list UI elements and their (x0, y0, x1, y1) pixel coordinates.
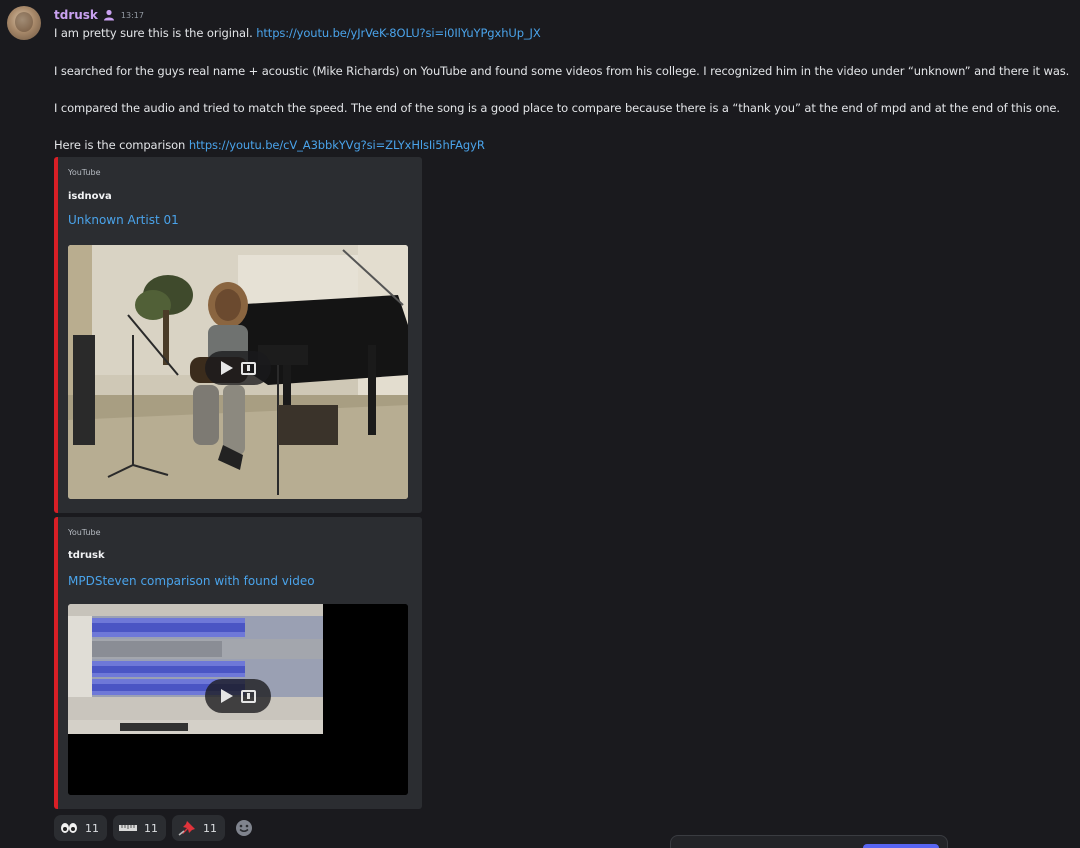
reaction-eyes[interactable]: 11 (54, 815, 107, 841)
embed-title[interactable]: MPDSteven comparison with found video (68, 574, 315, 588)
message-line-1: I am pretty sure this is the original. h… (54, 26, 541, 40)
message-line-4: Here is the comparison https://youtu.be/… (54, 138, 485, 152)
reaction-ruler[interactable]: 11 (113, 815, 166, 841)
reaction-pushpin[interactable]: 11 (172, 815, 225, 841)
video-thumbnail[interactable] (68, 604, 408, 795)
youtube-link-comparison[interactable]: https://youtu.be/cV_A3bbkYVg?si=ZLYxHlsI… (189, 138, 485, 152)
message-line-2: I searched for the guys real name + acou… (54, 64, 1069, 78)
reaction-count: 11 (85, 821, 99, 835)
add-reaction-button[interactable] (231, 815, 257, 841)
message-header: tdrusk 13:17 (54, 7, 144, 23)
embed-author[interactable]: tdrusk (68, 550, 105, 561)
embed-provider[interactable]: YouTube (68, 168, 101, 177)
message-text: I compared the audio and tried to match … (54, 101, 1060, 115)
username[interactable]: tdrusk (54, 8, 98, 22)
play-button[interactable] (205, 679, 271, 713)
youtube-embed-1: YouTube isdnova Unknown Artist 01 (54, 157, 422, 513)
message-text: I am pretty sure this is the original. (54, 26, 253, 40)
embed-provider[interactable]: YouTube (68, 528, 101, 537)
user-avatar[interactable] (7, 6, 41, 40)
message-timestamp: 13:17 (120, 10, 144, 20)
open-external-icon (240, 689, 256, 703)
pushpin-icon (178, 821, 195, 836)
message-text: Here is the comparison (54, 138, 186, 152)
reaction-count: 11 (144, 821, 158, 835)
eyes-icon (61, 823, 77, 833)
toolbar-action-button[interactable] (863, 844, 939, 848)
reaction-bar: 11 11 11 (54, 815, 257, 841)
youtube-embed-2: YouTube tdrusk MPDSteven comparison with… (54, 517, 422, 809)
play-icon (220, 361, 233, 375)
reaction-count: 11 (203, 821, 217, 835)
embed-title[interactable]: Unknown Artist 01 (68, 213, 179, 227)
youtube-link-original[interactable]: https://youtu.be/yJrVeK-8OLU?si=i0IlYuYP… (256, 26, 541, 40)
play-button[interactable] (205, 351, 271, 385)
floating-toolbar (670, 835, 948, 848)
person-role-icon (103, 9, 114, 21)
play-icon (220, 689, 233, 703)
message-text: I searched for the guys real name + acou… (54, 64, 1070, 78)
open-external-icon (240, 361, 256, 375)
video-thumbnail[interactable] (68, 245, 408, 499)
message-line-3: I compared the audio and tried to match … (54, 101, 1060, 115)
smiley-add-icon (236, 820, 252, 836)
embed-author[interactable]: isdnova (68, 191, 112, 202)
ruler-icon (119, 825, 137, 831)
